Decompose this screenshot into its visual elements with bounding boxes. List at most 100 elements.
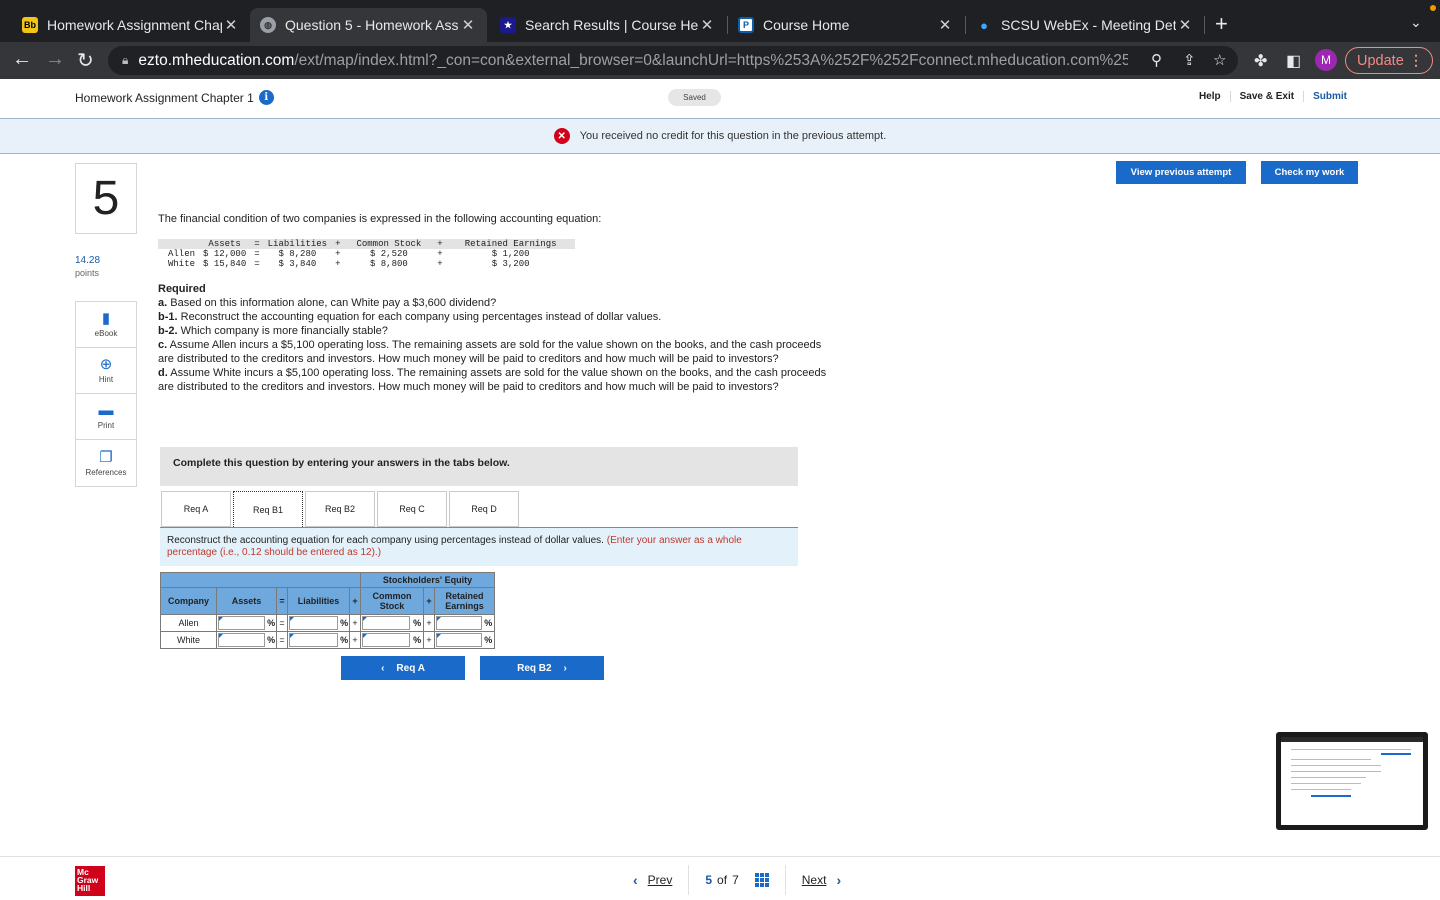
assets-cell	[216, 614, 267, 632]
retained-earnings-cell	[434, 631, 483, 649]
equation-cell: $ 15,840	[203, 259, 247, 269]
tab-req-b2[interactable]: Req B2	[305, 491, 375, 527]
plus-sign: +	[423, 631, 435, 649]
required-part: a. Based on this information alone, can …	[158, 296, 838, 310]
tab-req-a[interactable]: Req A	[161, 491, 231, 527]
next-question-button[interactable]: Next ›	[786, 865, 857, 895]
tab-title: Course Home	[763, 17, 850, 33]
part-label: b-1.	[158, 311, 178, 323]
equals-header: =	[276, 587, 288, 615]
common-stock-cell	[360, 614, 412, 632]
white-assets-input[interactable]	[218, 633, 266, 647]
tab-req-b1[interactable]: Req B1	[233, 491, 303, 529]
menu-dots-icon[interactable]: ⋮	[1409, 52, 1423, 69]
prev-question-button[interactable]: ‹ Prev	[617, 865, 690, 895]
print-button[interactable]: ▬ Print	[76, 394, 136, 440]
update-label: Update	[1357, 52, 1404, 69]
part-label: c.	[158, 339, 168, 351]
update-button[interactable]: Update ⋮	[1345, 47, 1433, 74]
company-cell: Allen	[160, 614, 217, 632]
tab-req-c[interactable]: Req C	[377, 491, 447, 527]
close-icon[interactable]: ✕	[1176, 16, 1194, 34]
screen-preview-thumbnail[interactable]	[1276, 732, 1428, 830]
new-tab-icon[interactable]: +	[1215, 11, 1228, 37]
extensions-icon[interactable]: ✤	[1254, 51, 1267, 71]
share-icon[interactable]: ⇪	[1183, 51, 1196, 69]
grid-icon[interactable]	[754, 873, 769, 887]
close-icon[interactable]: ✕	[459, 16, 477, 34]
browser-tab-coursehome[interactable]: P Course Home ✕	[728, 8, 964, 42]
close-icon[interactable]: ✕	[698, 16, 716, 34]
points-label: points	[75, 268, 100, 278]
ebook-button[interactable]: ▮ eBook	[76, 302, 136, 348]
side-panel-icon[interactable]: ◧	[1286, 51, 1301, 71]
white-liabilities-input[interactable]	[289, 633, 339, 647]
prev-req-button[interactable]: ‹ Req A	[341, 656, 465, 680]
white-common-stock-input[interactable]	[362, 633, 411, 647]
bookmark-star-icon[interactable]: ☆	[1213, 51, 1226, 69]
mcgraw-hill-logo: Mc Graw Hill	[75, 866, 105, 896]
answer-row-allen: Allen % = % + % + %	[160, 614, 495, 632]
allen-liabilities-input[interactable]	[289, 616, 339, 630]
check-my-work-button[interactable]: Check my work	[1261, 161, 1358, 184]
browser-tab-homework[interactable]: Bb Homework Assignment Chapte ✕	[12, 8, 250, 42]
forward-icon[interactable]: →	[45, 48, 65, 71]
equation-header-cell: Common Stock	[344, 239, 434, 249]
required-part: c. Assume Allen incurs a $5,100 operatin…	[158, 338, 838, 366]
submit-link[interactable]: Submit	[1303, 91, 1356, 102]
next-req-button[interactable]: Req B2 ›	[480, 656, 604, 680]
address-bar[interactable]: 🔒︎ ezto.mheducation.com/ext/map/index.ht…	[108, 46, 1238, 75]
profile-avatar[interactable]: M	[1315, 49, 1337, 71]
close-icon[interactable]: ✕	[936, 16, 954, 34]
equation-cell: $ 8,800	[369, 259, 408, 269]
tab-req-d[interactable]: Req D	[449, 491, 519, 527]
allen-common-stock-input[interactable]	[362, 616, 411, 630]
browser-tab-coursehero[interactable]: ★ Search Results | Course Hero ✕	[490, 8, 726, 42]
pearson-icon: P	[738, 17, 754, 33]
back-icon[interactable]: ←	[12, 48, 32, 71]
lock-icon: 🔒︎	[122, 53, 129, 67]
retained-earnings-header: Retained Earnings	[434, 587, 495, 615]
info-icon[interactable]: i	[258, 90, 274, 105]
allen-assets-input[interactable]	[218, 616, 266, 630]
liabilities-cell	[287, 631, 340, 649]
points-value: 14.28	[75, 255, 101, 266]
equation-cell: +	[335, 249, 341, 259]
thumbnail-line	[1381, 753, 1411, 755]
references-button[interactable]: ❐ References	[76, 440, 136, 486]
zoom-icon[interactable]: ⚲	[1151, 51, 1162, 69]
reload-icon[interactable]: ↻	[77, 48, 94, 73]
required-part: b-2. Which company is more financially s…	[158, 324, 838, 338]
question-number: 5	[75, 163, 137, 234]
save-exit-link[interactable]: Save & Exit	[1229, 91, 1303, 102]
browser-tab-question[interactable]: ◍ Question 5 - Homework Assign ✕	[250, 8, 487, 42]
view-previous-attempt-button[interactable]: View previous attempt	[1116, 161, 1246, 184]
help-link[interactable]: Help	[1190, 91, 1230, 102]
question-counter[interactable]: 5 of 7	[689, 865, 786, 895]
part-text: Based on this information alone, can Whi…	[170, 297, 497, 309]
allen-retained-earnings-input[interactable]	[436, 616, 482, 630]
equation-cell: +	[437, 259, 443, 269]
star-icon: ★	[500, 17, 516, 33]
equation-header-cell: Retained Earnings	[446, 239, 575, 249]
white-retained-earnings-input[interactable]	[436, 633, 482, 647]
equation-header-cell: =	[250, 239, 264, 249]
equation-header-row: Assets = Liabilities + Common Stock + Re…	[158, 239, 575, 249]
browser-toolbar: ← → ↻ 🔒︎ ezto.mheducation.com/ext/map/in…	[0, 42, 1440, 79]
equation-cell: $ 2,520	[369, 249, 408, 259]
equation-header-cell: Assets	[199, 239, 251, 249]
assignment-title: Homework Assignment Chapter 1 i	[75, 90, 274, 105]
question-intro: The financial condition of two companies…	[158, 213, 602, 225]
liabilities-cell	[287, 614, 340, 632]
header-links: Help Save & Exit Submit	[1190, 91, 1356, 102]
assignment-header: Homework Assignment Chapter 1 i Saved He…	[0, 79, 1440, 119]
webex-icon: ●	[980, 17, 988, 33]
plus-sign: +	[349, 614, 361, 632]
close-icon[interactable]: ✕	[222, 16, 240, 34]
tab-title: Search Results | Course Hero	[525, 17, 698, 33]
hint-button[interactable]: ⊕ Hint	[76, 348, 136, 394]
chevron-down-icon[interactable]: ⌄	[1410, 14, 1422, 31]
equation-header-cell: Liabilities	[263, 239, 332, 249]
equation-header-cell: +	[331, 239, 345, 249]
browser-tab-webex[interactable]: ● SCSU WebEx - Meeting Detail ✕	[966, 8, 1204, 42]
